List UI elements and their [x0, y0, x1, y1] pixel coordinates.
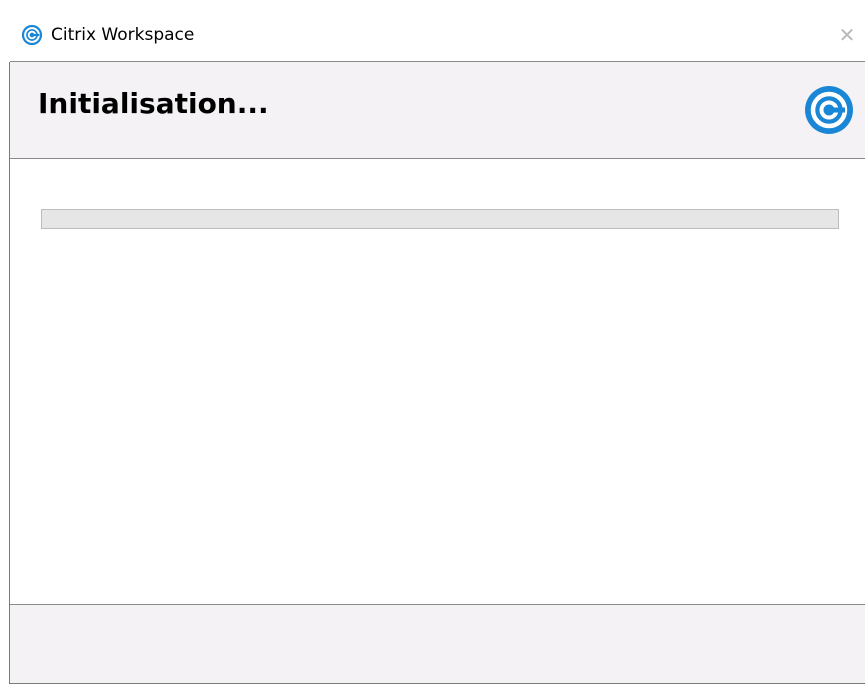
progress-bar — [41, 209, 839, 229]
page-title: Initialisation... — [38, 87, 269, 120]
title-bar[interactable]: Citrix Workspace ✕ — [9, 10, 865, 61]
window-title: Citrix Workspace — [51, 25, 195, 45]
dialog-header: Initialisation... — [10, 61, 865, 159]
window-bottom-border — [9, 683, 865, 684]
close-button[interactable]: ✕ — [829, 20, 865, 50]
dialog-footer — [10, 604, 865, 684]
citrix-logo-icon — [805, 86, 853, 134]
citrix-logo-icon — [21, 24, 43, 46]
dialog-content — [10, 159, 865, 605]
